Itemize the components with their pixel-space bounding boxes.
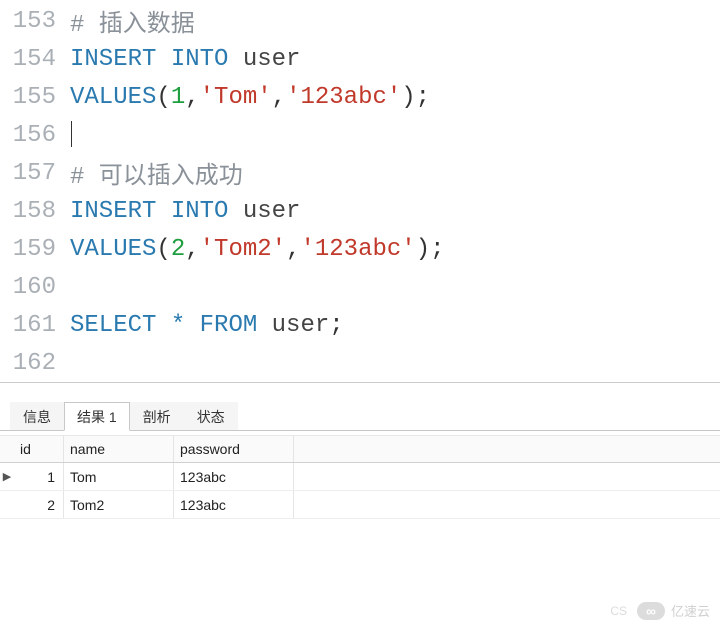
code-line[interactable]: 162 [0,344,720,382]
line-number: 161 [0,312,70,339]
token-str: '123abc' [286,84,401,111]
tab-info[interactable]: 信息 [10,402,64,430]
token-str: 'Tom2' [200,236,286,263]
code-line[interactable]: 161SELECT * FROM user; [0,306,720,344]
code-content[interactable]: SELECT * FROM user; [70,312,344,339]
token-punct [228,198,242,225]
token-ident: user [272,312,330,339]
code-content[interactable]: VALUES(2,'Tom2','123abc'); [70,236,445,263]
token-star: * [171,312,185,339]
code-line[interactable]: 157# 可以插入成功 [0,154,720,192]
watermark-brand: 亿速云 [671,601,710,620]
token-kw: FROM [200,312,258,339]
column-header-name[interactable]: name [64,436,174,462]
token-kw: SELECT [70,312,156,339]
token-punct: ( [156,236,170,263]
cell-password[interactable]: 123abc [174,491,294,518]
token-punct: ); [401,84,430,111]
cell-id[interactable]: 2 [14,491,64,518]
token-str: '123abc' [300,236,415,263]
code-content[interactable]: INSERT INTO user [70,46,300,73]
results-tabs: 信息结果 1剖析状态 [0,403,720,431]
token-num: 1 [171,84,185,111]
token-ident: user [243,198,301,225]
code-content[interactable]: # 可以插入成功 [70,155,243,191]
token-punct [228,46,242,73]
tab-result1[interactable]: 结果 1 [64,402,130,431]
code-line[interactable]: 156 [0,116,720,154]
token-punct: ( [156,84,170,111]
token-punct: ); [416,236,445,263]
token-kw: INTO [171,46,229,73]
column-header-id[interactable]: id [14,436,64,462]
line-number: 154 [0,46,70,73]
token-num: 2 [171,236,185,263]
line-number: 157 [0,160,70,187]
token-str: 'Tom' [200,84,272,111]
results-panel: 信息结果 1剖析状态 idnamepassword▶1Tom123abc2Tom… [0,403,720,519]
line-number: 153 [0,8,70,35]
tab-profile[interactable]: 剖析 [130,402,184,430]
token-kw: INTO [171,198,229,225]
line-number: 162 [0,350,70,377]
code-line[interactable]: 159VALUES(2,'Tom2','123abc'); [0,230,720,268]
column-header-password[interactable]: password [174,436,294,462]
grid-header: idnamepassword [0,435,720,463]
token-punct: , [185,84,199,111]
watermark-left-text: CS [610,604,627,618]
token-punct: , [286,236,300,263]
result-grid: idnamepassword▶1Tom123abc2Tom2123abc [0,435,720,519]
tab-status[interactable]: 状态 [184,402,238,430]
table-row[interactable]: 2Tom2123abc [0,491,720,519]
row-marker-icon: ▶ [0,470,14,483]
token-comment: # 插入数据 [70,12,195,39]
code-line[interactable]: 155VALUES(1,'Tom','123abc'); [0,78,720,116]
cloud-icon [637,602,665,620]
token-kw: INSERT [70,46,156,73]
line-number: 159 [0,236,70,263]
token-punct [156,46,170,73]
cell-password[interactable]: 123abc [174,463,294,490]
cell-name[interactable]: Tom2 [64,491,174,518]
code-line[interactable]: 153# 插入数据 [0,2,720,40]
token-ident: user [243,46,301,73]
token-punct [156,198,170,225]
token-punct [156,312,170,339]
token-punct [257,312,271,339]
table-row[interactable]: ▶1Tom123abc [0,463,720,491]
line-number: 156 [0,122,70,149]
token-punct [185,312,199,339]
line-number: 158 [0,198,70,225]
token-punct: ; [329,312,343,339]
code-editor[interactable]: 153# 插入数据154INSERT INTO user155VALUES(1,… [0,0,720,383]
line-number: 155 [0,84,70,111]
cell-id[interactable]: 1 [14,463,64,490]
token-comment: # 可以插入成功 [70,164,243,191]
cell-name[interactable]: Tom [64,463,174,490]
code-content[interactable] [70,121,72,148]
token-kw: VALUES [70,236,156,263]
code-content[interactable]: VALUES(1,'Tom','123abc'); [70,84,430,111]
token-kw: VALUES [70,84,156,111]
code-line[interactable]: 158INSERT INTO user [0,192,720,230]
token-punct: , [185,236,199,263]
text-cursor [71,121,72,147]
code-line[interactable]: 160 [0,268,720,306]
watermark: CS 亿速云 [610,601,710,620]
token-punct: , [272,84,286,111]
code-content[interactable]: # 插入数据 [70,3,195,39]
code-content[interactable]: INSERT INTO user [70,198,300,225]
code-line[interactable]: 154INSERT INTO user [0,40,720,78]
token-kw: INSERT [70,198,156,225]
line-number: 160 [0,274,70,301]
